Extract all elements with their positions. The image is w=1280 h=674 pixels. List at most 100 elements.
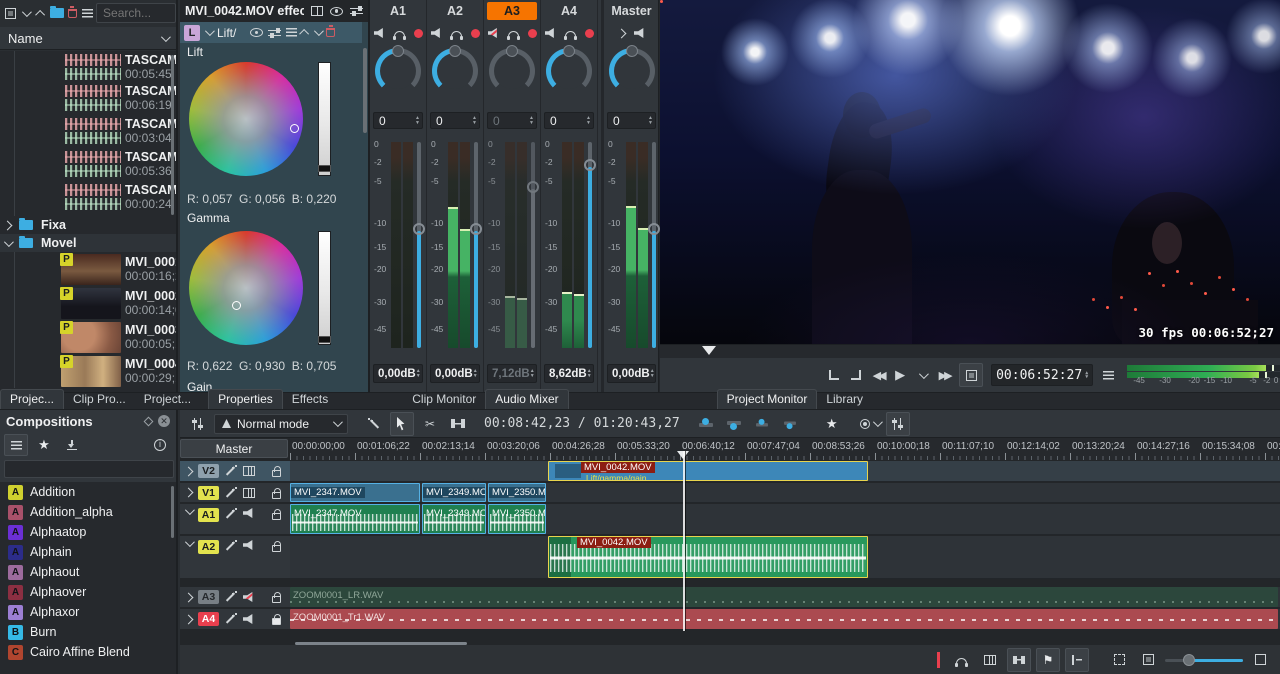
bin-item-audio[interactable]: TASCAM 00:05:36	[65, 150, 176, 183]
bin-item-video[interactable]: P MVI_0001.00:00:16;25	[61, 252, 176, 286]
lane-a4[interactable]: ZOOM0001_Tr1.WAV	[290, 609, 1280, 630]
snap-flag-button[interactable]	[1036, 648, 1060, 672]
volume-value[interactable]: 0,00dB	[607, 364, 656, 383]
effect-header-row[interactable]: L Lift/	[180, 22, 362, 43]
overwrite-zone-button[interactable]	[722, 412, 746, 436]
balance-knob[interactable]	[489, 48, 535, 94]
bin-item-audio[interactable]: TASCAM 00:00:24	[65, 183, 176, 216]
bin-collapse-button[interactable]	[19, 3, 32, 23]
lift-luma-slider[interactable]	[318, 62, 331, 176]
volume-fader[interactable]	[470, 223, 482, 235]
timeline-clip-a4[interactable]: ZOOM0001_Tr1.WAV	[290, 609, 1278, 629]
bin-scrollbar[interactable]	[171, 55, 174, 215]
zone-mode-button[interactable]	[959, 363, 983, 387]
solo-headphones-icon[interactable]	[508, 31, 519, 38]
volume-value[interactable]: 0,00dB	[430, 364, 480, 383]
gamma-luma-slider[interactable]	[318, 231, 331, 345]
spacer-tool-button[interactable]	[446, 412, 470, 436]
track-badge[interactable]: V1	[198, 486, 219, 500]
bin-folder-movel[interactable]: Movel	[0, 234, 176, 252]
volume-value[interactable]: 0,00dB	[373, 364, 423, 383]
balance-value[interactable]: 0	[544, 112, 594, 129]
tab-project-monitor[interactable]: Project Monitor	[717, 389, 818, 409]
create-folder-button[interactable]	[50, 3, 64, 23]
volume-fader[interactable]	[648, 223, 660, 235]
lane-a3[interactable]: ZOOM0001_LR.WAV	[290, 587, 1280, 608]
zoom-in-button[interactable]	[1248, 648, 1272, 672]
spinner-icon[interactable]	[415, 116, 420, 125]
balance-knob[interactable]	[432, 48, 478, 94]
spinner-icon[interactable]	[1085, 371, 1088, 380]
track-header-v2[interactable]: V2	[180, 461, 290, 482]
collapse-mixer-icon[interactable]	[617, 28, 627, 38]
effect-menu-icon[interactable]	[286, 28, 297, 37]
favorite-effects-button[interactable]	[820, 412, 844, 436]
bin-item-audio[interactable]: TASCAM 00:05:45	[65, 51, 176, 84]
tab-project-bin[interactable]: Projec...	[0, 389, 64, 409]
composition-item[interactable]: AAlphaout	[0, 562, 176, 582]
timeline-clip[interactable]: MVI_2350.MO	[488, 504, 546, 534]
chevron-right-icon[interactable]	[184, 488, 194, 498]
mute-icon[interactable]	[634, 28, 645, 38]
mixer-tab-a3[interactable]: A3	[487, 2, 537, 20]
track-header-v1[interactable]: V1	[180, 483, 290, 503]
monitor-menu-button[interactable]	[1097, 363, 1119, 387]
balance-value[interactable]: 0	[487, 112, 537, 129]
hide-video-icon[interactable]	[243, 488, 255, 498]
lift-color-wheel[interactable]	[189, 62, 303, 176]
lift-slider-handle[interactable]	[318, 165, 331, 172]
track-effects-icon[interactable]	[225, 465, 237, 477]
composition-item[interactable]: AAlphain	[0, 542, 176, 562]
eye-icon[interactable]	[330, 7, 343, 16]
track-badge[interactable]: V2	[198, 464, 219, 478]
composition-item[interactable]: AAlphaxor	[0, 602, 176, 622]
spinner-icon[interactable]	[586, 116, 591, 125]
track-badge[interactable]: A2	[198, 540, 219, 554]
gamma-color-wheel[interactable]	[189, 231, 303, 345]
track-effects-icon[interactable]	[225, 508, 237, 520]
track-effects-icon[interactable]	[225, 487, 237, 499]
compare-icon[interactable]	[311, 6, 323, 16]
lock-icon[interactable]	[272, 470, 281, 477]
timeline-clip-a3[interactable]: ZOOM0001_LR.WAV	[290, 587, 1278, 607]
timeline-zoom-slider[interactable]	[1165, 653, 1243, 667]
set-zone-out-button[interactable]	[845, 363, 867, 387]
mute-icon[interactable]	[243, 592, 254, 602]
bin-folder-fixa[interactable]: Fixa	[0, 216, 176, 234]
timeline-position-display[interactable]: 00:08:42,23 / 01:20:43,27	[484, 416, 680, 431]
track-header-a1[interactable]: A1	[180, 504, 290, 535]
compositions-download-button[interactable]	[60, 433, 84, 457]
zoom-out-button[interactable]	[1136, 648, 1160, 672]
close-panel-icon[interactable]: ✕	[158, 415, 170, 427]
mixer-toggle-button[interactable]	[886, 412, 910, 436]
record-arm-icon[interactable]	[471, 29, 480, 38]
track-header-a3[interactable]: A3	[180, 587, 290, 608]
tab-project-notes[interactable]: Project...	[135, 390, 200, 409]
record-arm-icon[interactable]	[528, 29, 537, 38]
insert-zone-button[interactable]	[694, 412, 718, 436]
balance-value[interactable]: 0	[607, 112, 656, 129]
solo-headphones-icon[interactable]	[565, 31, 576, 38]
gamma-wheel-marker[interactable]	[232, 301, 241, 310]
bin-item-video[interactable]: P MVI_0003.00:00:05;13	[61, 320, 176, 354]
track-badge[interactable]: A1	[198, 508, 219, 522]
move-effect-down-icon[interactable]	[314, 26, 324, 36]
lock-icon[interactable]	[272, 596, 281, 603]
compositions-favorites-button[interactable]	[32, 433, 56, 457]
mute-icon[interactable]	[545, 28, 556, 38]
track-effects-icon[interactable]	[225, 591, 237, 603]
tab-properties[interactable]: Properties	[208, 389, 283, 409]
track-effects-icon[interactable]	[225, 613, 237, 625]
lane-v1[interactable]: MVI_2347.MOV MVI_2349.MOV MVI_2350.MO	[290, 483, 1280, 503]
extract-zone-button[interactable]	[750, 412, 774, 436]
balance-knob[interactable]	[546, 48, 592, 94]
forward-button[interactable]: ▶▶	[933, 363, 955, 387]
composition-item[interactable]: AAlphaover	[0, 582, 176, 602]
record-button[interactable]	[858, 412, 882, 436]
mixer-tab-master[interactable]: Master	[607, 2, 656, 20]
bin-search-input[interactable]	[96, 3, 176, 23]
lift-zone-button[interactable]	[778, 412, 802, 436]
chevron-down-icon[interactable]	[205, 26, 215, 36]
lock-icon[interactable]	[272, 492, 281, 499]
lane-v2[interactable]: MVI_0042.MOV Lift/gamma/gain	[290, 461, 1280, 482]
